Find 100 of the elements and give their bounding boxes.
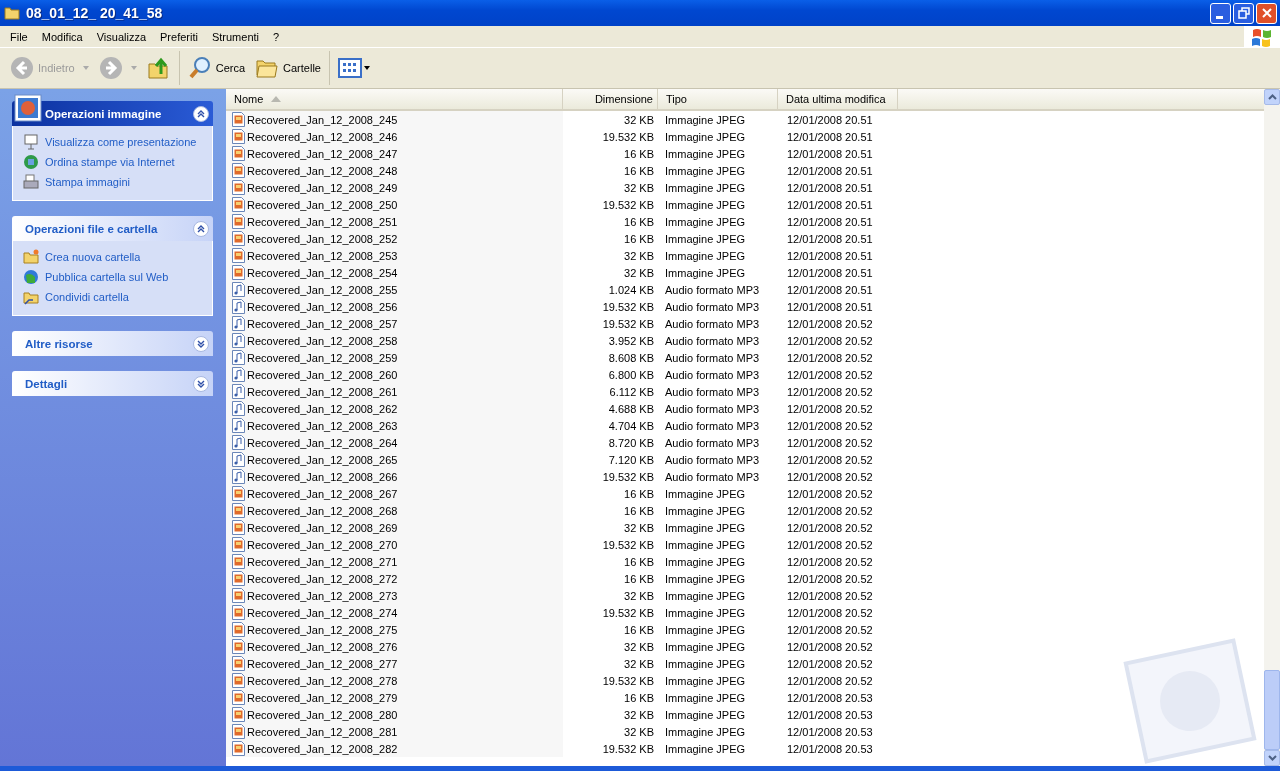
file-type: Immagine JPEG [665, 674, 746, 687]
close-button[interactable] [1256, 2, 1277, 24]
file-size: 16 KB [624, 623, 654, 636]
file-type: Immagine JPEG [665, 521, 746, 534]
modified-date: 12/01/2008 20.52 [787, 487, 873, 500]
file-size: 19.532 KB [602, 300, 654, 313]
file-type: Immagine JPEG [665, 555, 746, 568]
task-link[interactable]: Ordina stampe via Internet [45, 156, 175, 168]
file-size: 6.800 KB [608, 368, 654, 381]
file-type: Immagine JPEG [665, 606, 746, 619]
panel-header[interactable]: Operazioni file e cartella [12, 216, 213, 241]
task-link[interactable]: Visualizza come presentazione [45, 136, 197, 148]
modified-date: 12/01/2008 20.53 [787, 725, 873, 738]
modified-date: 12/01/2008 20.51 [787, 215, 873, 228]
expand-chevron-icon[interactable] [193, 375, 209, 392]
modified-date: 12/01/2008 20.52 [787, 504, 873, 517]
task-link[interactable]: Pubblica cartella sul Web [45, 271, 169, 283]
file-type: Immagine JPEG [665, 640, 746, 653]
modified-date: 12/01/2008 20.52 [787, 657, 873, 670]
file-type: Immagine JPEG [665, 181, 746, 194]
file-type: Immagine JPEG [665, 589, 746, 602]
sort-arrow-icon [271, 96, 282, 102]
scroll-up-button[interactable] [1264, 89, 1280, 105]
column-header[interactable]: Tipo [658, 89, 778, 109]
modified-date: 12/01/2008 20.52 [787, 385, 873, 398]
folders-button[interactable]: Cartelle [251, 51, 325, 85]
minimize-button[interactable] [1210, 2, 1231, 24]
file-size: 1.024 KB [608, 283, 654, 296]
task-link[interactable]: Stampa immagini [45, 176, 130, 188]
modified-date: 12/01/2008 20.51 [787, 232, 873, 245]
task-link[interactable]: Crea nuova cartella [45, 251, 141, 263]
modified-date: 12/01/2008 20.52 [787, 317, 873, 330]
file-size: 32 KB [624, 266, 654, 279]
printer-icon [23, 174, 39, 190]
file-size: 8.608 KB [608, 351, 654, 364]
file-size: 19.532 KB [602, 130, 654, 143]
modified-date: 12/01/2008 20.52 [787, 521, 873, 534]
file-type: Immagine JPEG [665, 504, 746, 517]
expand-chevron-icon[interactable] [193, 335, 209, 352]
file-size: 19.532 KB [602, 317, 654, 330]
file-type: Immagine JPEG [665, 232, 746, 245]
modified-date: 12/01/2008 20.52 [787, 436, 873, 449]
projector-icon [23, 134, 39, 150]
menu-item[interactable]: ? [266, 30, 287, 43]
restore-icon [1237, 7, 1250, 19]
restore-button[interactable] [1233, 2, 1254, 24]
menu-item[interactable]: File [3, 30, 35, 43]
search-button[interactable]: Cerca [183, 51, 250, 85]
down-chevron-icon [1267, 755, 1277, 761]
file-type: Immagine JPEG [665, 266, 746, 279]
file-type: Immagine JPEG [665, 708, 746, 721]
modified-date: 12/01/2008 20.52 [787, 589, 873, 602]
collapse-chevron-icon[interactable] [193, 220, 209, 237]
file-size: 19.532 KB [602, 606, 654, 619]
panel-header[interactable]: Dettagli [12, 371, 213, 396]
file-size: 19.532 KB [602, 470, 654, 483]
file-size: 16 KB [624, 147, 654, 160]
file-type: Audio formato MP3 [665, 351, 760, 364]
column-header[interactable]: Nome [226, 89, 563, 109]
vertical-scrollbar[interactable] [1264, 89, 1280, 766]
modified-date: 12/01/2008 20.51 [787, 300, 873, 313]
menu-item[interactable]: Strumenti [204, 30, 266, 43]
file-type: Immagine JPEG [665, 215, 746, 228]
task-link[interactable]: Condividi cartella [45, 291, 129, 303]
column-header[interactable]: Dimensione [563, 89, 658, 109]
modified-date: 12/01/2008 20.52 [787, 674, 873, 687]
file-size: 32 KB [624, 657, 654, 670]
flag-logo-icon [1251, 26, 1273, 47]
menu-item[interactable]: Modifica [34, 30, 90, 43]
file-type: Immagine JPEG [665, 147, 746, 160]
file-size: 32 KB [624, 640, 654, 653]
file-type: Immagine JPEG [665, 657, 746, 670]
file-type: Immagine JPEG [665, 623, 746, 636]
file-size: 16 KB [624, 504, 654, 517]
modified-date: 12/01/2008 20.52 [787, 572, 873, 585]
file-size: 32 KB [624, 521, 654, 534]
file-size: 16 KB [624, 572, 654, 585]
menu-item[interactable]: Preferiti [153, 30, 205, 43]
file-size: 4.704 KB [608, 419, 654, 432]
modified-date: 12/01/2008 20.51 [787, 181, 873, 194]
collapse-chevron-icon[interactable] [193, 105, 209, 122]
file-type: Audio formato MP3 [665, 300, 760, 313]
file-size: 16 KB [624, 232, 654, 245]
panel-header[interactable]: Altre risorse [12, 331, 213, 356]
file-size: 7.120 KB [608, 453, 654, 466]
modified-date: 12/01/2008 20.52 [787, 419, 873, 432]
file-size: 4.688 KB [608, 402, 654, 415]
column-header[interactable]: Data ultima modifica [778, 89, 898, 109]
file-size: 32 KB [624, 181, 654, 194]
file-type: Immagine JPEG [665, 130, 746, 143]
file-type: Audio formato MP3 [665, 385, 760, 398]
file-type: Immagine JPEG [665, 164, 746, 177]
modified-date: 12/01/2008 20.51 [787, 283, 873, 296]
scroll-thumb[interactable] [1264, 670, 1280, 750]
window-title: 08_01_12_ 20_41_58 [26, 5, 164, 21]
menu-item[interactable]: Visualizza [89, 30, 154, 43]
file-size: 16 KB [624, 487, 654, 500]
modified-date: 12/01/2008 20.53 [787, 742, 873, 755]
modified-date: 12/01/2008 20.52 [787, 606, 873, 619]
scroll-down-button[interactable] [1264, 750, 1280, 766]
